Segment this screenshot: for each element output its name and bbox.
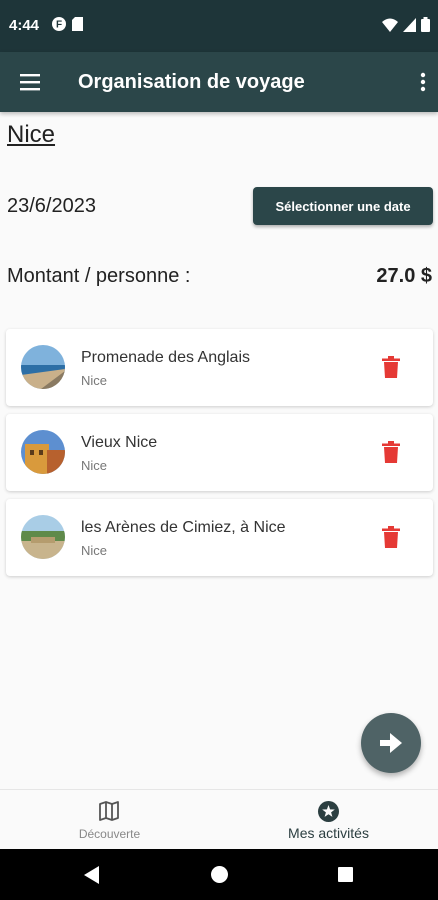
beach-photo xyxy=(21,345,65,389)
nav-label: Mes activités xyxy=(288,825,369,841)
back-icon[interactable] xyxy=(84,866,100,884)
star-circle-icon xyxy=(318,801,339,822)
sim-card-icon xyxy=(72,17,83,31)
trash-icon xyxy=(382,356,400,378)
menu-button[interactable] xyxy=(18,71,42,93)
activity-city: Nice xyxy=(81,543,108,558)
arena-photo xyxy=(21,515,65,559)
battery-icon xyxy=(421,17,430,32)
trip-city: Nice xyxy=(7,121,56,148)
activity-city: Nice xyxy=(81,458,108,473)
activity-name: Promenade des Anglais xyxy=(81,349,250,366)
arrow-right-icon xyxy=(380,733,402,753)
system-navigation-bar xyxy=(0,849,438,900)
nav-item-decouverte[interactable]: Découverte xyxy=(0,790,219,850)
activity-name: les Arènes de Cimiez, à Nice xyxy=(81,519,286,536)
activity-city: Nice xyxy=(81,373,108,388)
app-bar: Organisation de voyage xyxy=(0,52,438,112)
delete-activity-button[interactable] xyxy=(382,356,400,378)
amount-per-person-value: 27.0 $ xyxy=(376,265,432,287)
activity-card[interactable]: Promenade des Anglais Nice xyxy=(6,329,433,406)
more-options-button[interactable] xyxy=(416,70,430,94)
old-town-photo xyxy=(21,430,65,474)
hamburger-menu-icon xyxy=(20,74,40,91)
app-title: Organisation de voyage xyxy=(78,71,305,93)
status-system-icons xyxy=(382,17,430,32)
select-date-button[interactable]: Sélectionner une date xyxy=(253,187,433,225)
delete-activity-button[interactable] xyxy=(382,526,400,548)
nav-label: Découverte xyxy=(78,827,141,841)
svg-text:F: F xyxy=(56,20,62,31)
nav-item-mes-activites[interactable]: Mes activités xyxy=(219,790,438,850)
signal-icon xyxy=(403,17,416,32)
activity-card[interactable]: les Arènes de Cimiez, à Nice Nice xyxy=(6,499,433,576)
status-bar: 4:44 F xyxy=(0,0,438,52)
recent-apps-icon[interactable] xyxy=(338,867,353,882)
status-notification-icons: F xyxy=(52,17,83,31)
activity-card[interactable]: Vieux Nice Nice xyxy=(6,414,433,491)
trash-icon xyxy=(382,526,400,548)
more-vert-icon xyxy=(420,72,426,92)
home-icon[interactable] xyxy=(211,866,228,883)
trip-date: 23/6/2023 xyxy=(7,195,96,217)
activity-list: Promenade des Anglais Nice Vieux Nice Ni… xyxy=(6,329,433,584)
app-notification-icon: F xyxy=(52,17,66,31)
amount-per-person-label: Montant / personne : xyxy=(7,265,191,287)
next-fab-button[interactable] xyxy=(361,713,421,773)
trash-icon xyxy=(382,441,400,463)
status-time: 4:44 xyxy=(9,17,40,34)
wifi-icon xyxy=(382,18,398,32)
map-icon xyxy=(99,801,119,821)
delete-activity-button[interactable] xyxy=(382,441,400,463)
activity-name: Vieux Nice xyxy=(81,434,158,451)
bottom-navigation: Découverte Mes activités xyxy=(0,789,438,849)
